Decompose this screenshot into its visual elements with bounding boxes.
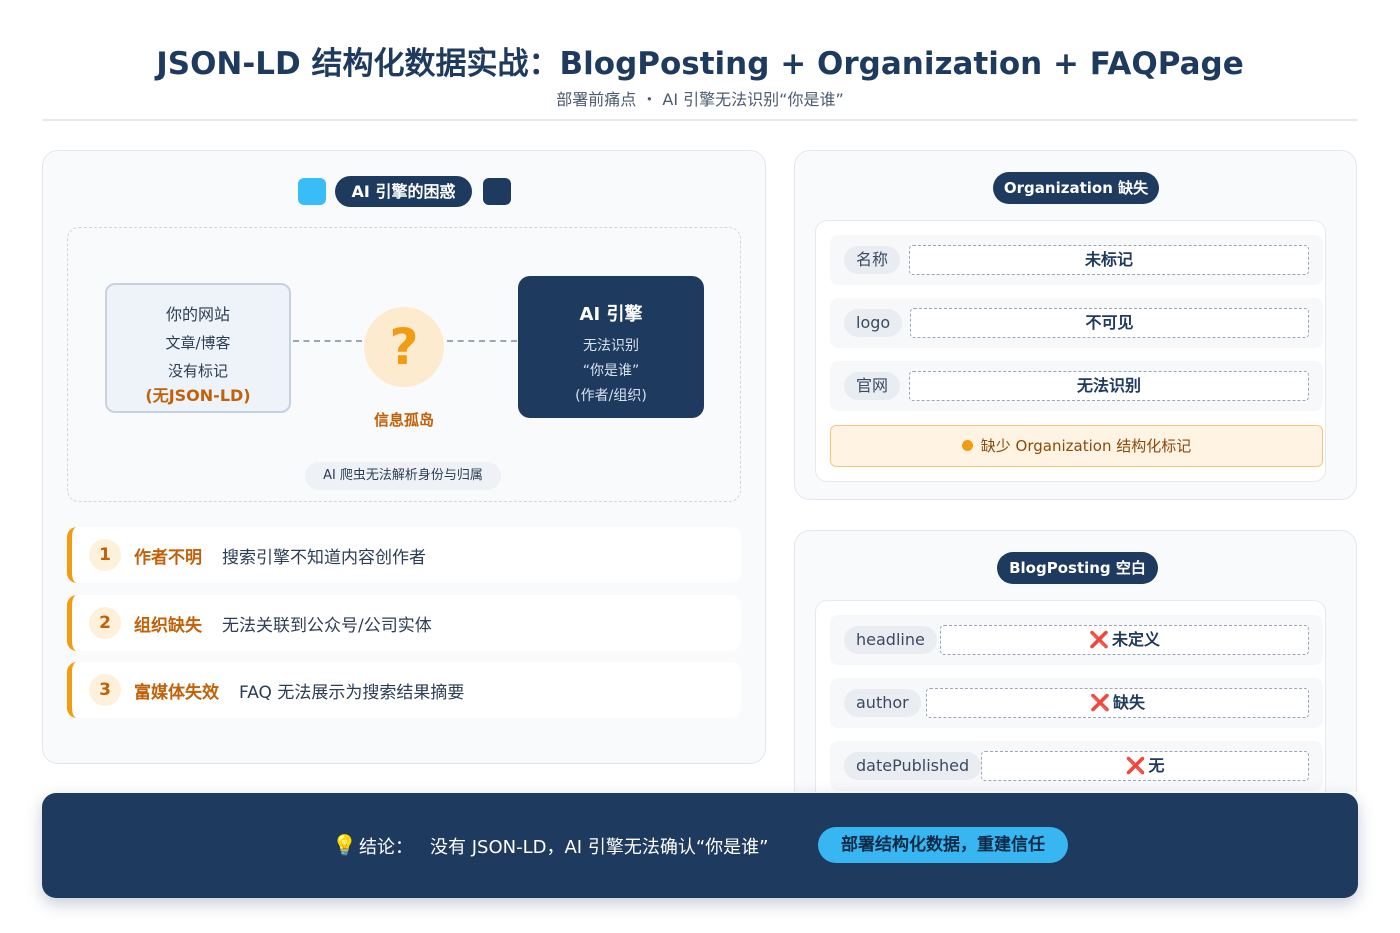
issue-number: 1 [89, 539, 121, 571]
org-field-row: 名称 未标记 [830, 235, 1323, 285]
page-subtitle: 部署前痛点 ・ AI 引擎无法识别“你是谁” [556, 90, 844, 109]
page-title: JSON-LD 结构化数据实战：BlogPosting + Organizati… [156, 46, 1244, 82]
blog-field-row: author ❌ 缺失 [830, 678, 1323, 728]
conclusion-label: 结论： [359, 837, 413, 858]
crawler-note: AI 爬虫无法解析身份与归属 [305, 462, 501, 490]
header-divider [42, 119, 1358, 121]
org-field-row: 官网 无法识别 [830, 361, 1323, 411]
org-field-key: 名称 [844, 246, 901, 274]
issue-item: 2 组织缺失 无法关联到公众号/公司实体 [67, 595, 741, 651]
connector-right [447, 340, 517, 342]
website-line-2: 文章/博客 [165, 334, 231, 352]
website-line-1: 你的网站 [165, 305, 230, 324]
organization-fields-card: 名称 未标记 logo 不可见 官网 无法识别 缺少 Organization … [815, 220, 1326, 482]
blog-field-value-text: 未定义 [1111, 630, 1160, 649]
org-field-value: 无法识别 [909, 371, 1309, 401]
question-icon: ? [364, 307, 444, 387]
organization-warning-text: 缺少 Organization 结构化标记 [980, 437, 1192, 455]
conclusion-banner: 💡 结论： 没有 JSON-LD，AI 引擎无法确认“你是谁” 部署结构化数据，… [42, 793, 1358, 898]
cross-icon: ❌ [1090, 693, 1110, 712]
blog-field-value-text: 缺失 [1112, 693, 1145, 712]
issue-number: 3 [89, 674, 121, 706]
organization-panel: Organization 缺失 名称 未标记 logo 不可见 官网 无法识别 … [794, 150, 1357, 500]
warning-dot-icon [961, 440, 973, 451]
website-node: 你的网站 文章/博客 没有标记 (无JSON-LD) [105, 283, 291, 413]
issue-label: 富媒体失效 [134, 683, 219, 703]
panel-heading: AI 引擎的困惑 [335, 176, 472, 207]
issue-item: 3 富媒体失效 FAQ 无法展示为搜索结果摘要 [67, 662, 741, 718]
website-line-4: (无JSON-LD) [145, 386, 251, 405]
light-square-icon [298, 178, 326, 205]
org-field-value: 不可见 [910, 308, 1309, 338]
blog-field-value-text: 无 [1148, 756, 1165, 775]
org-field-value: 未标记 [909, 245, 1309, 275]
issue-description: 无法关联到公众号/公司实体 [222, 616, 432, 636]
issue-label: 组织缺失 [134, 616, 202, 636]
org-field-key: 官网 [844, 372, 901, 400]
blogposting-heading: BlogPosting 空白 [997, 552, 1158, 584]
question-label: 信息孤岛 [373, 411, 434, 429]
ai-confusion-panel: AI 引擎的困惑 你的网站 文章/博客 没有标记 (无JSON-LD) ? 信息… [42, 150, 766, 764]
ai-engine-node: AI 引擎 无法识别 “你是谁” (作者/组织) [518, 276, 704, 418]
ai-engine-line-2: “你是谁” [582, 363, 640, 379]
issue-item: 1 作者不明 搜索引擎不知道内容创作者 [67, 527, 741, 583]
cross-icon: ❌ [1125, 756, 1146, 775]
org-field-row: logo 不可见 [830, 298, 1323, 348]
issue-label: 作者不明 [134, 548, 202, 568]
issue-description: FAQ 无法展示为搜索结果摘要 [239, 683, 465, 703]
organization-heading: Organization 缺失 [993, 172, 1159, 204]
blog-field-row: datePublished ❌ 无 [830, 741, 1323, 791]
blog-field-value: ❌ 无 [981, 751, 1309, 781]
blogposting-fields-card: headline ❌ 未定义 author ❌ 缺失 datePublished ❌… [815, 600, 1326, 792]
issue-number: 2 [89, 607, 121, 639]
blog-field-value: ❌ 缺失 [926, 688, 1309, 718]
conclusion-text: 没有 JSON-LD，AI 引擎无法确认“你是谁” [430, 837, 769, 858]
ai-engine-line-3: (作者/组织) [575, 388, 647, 404]
lightbulb-icon: 💡 [332, 833, 357, 857]
issue-description: 搜索引擎不知道内容创作者 [222, 548, 426, 568]
deploy-structured-data-button[interactable]: 部署结构化数据，重建信任 [818, 827, 1068, 863]
website-line-3: 没有标记 [167, 362, 228, 380]
connector-left [293, 340, 362, 342]
org-field-key: logo [844, 309, 903, 337]
blog-field-key: author [844, 689, 921, 717]
blog-field-value: ❌ 未定义 [940, 625, 1309, 655]
ai-engine-line-1: 无法识别 [583, 338, 639, 354]
ai-engine-title: AI 引擎 [579, 304, 643, 325]
blog-field-key: datePublished [844, 752, 982, 780]
blog-field-key: headline [844, 626, 937, 654]
dark-square-icon [483, 178, 511, 205]
organization-warning: 缺少 Organization 结构化标记 [830, 425, 1323, 467]
cross-icon: ❌ [1089, 630, 1109, 649]
blog-field-row: headline ❌ 未定义 [830, 615, 1323, 665]
blogposting-panel: BlogPosting 空白 headline ❌ 未定义 author ❌ 缺失 … [794, 530, 1357, 792]
